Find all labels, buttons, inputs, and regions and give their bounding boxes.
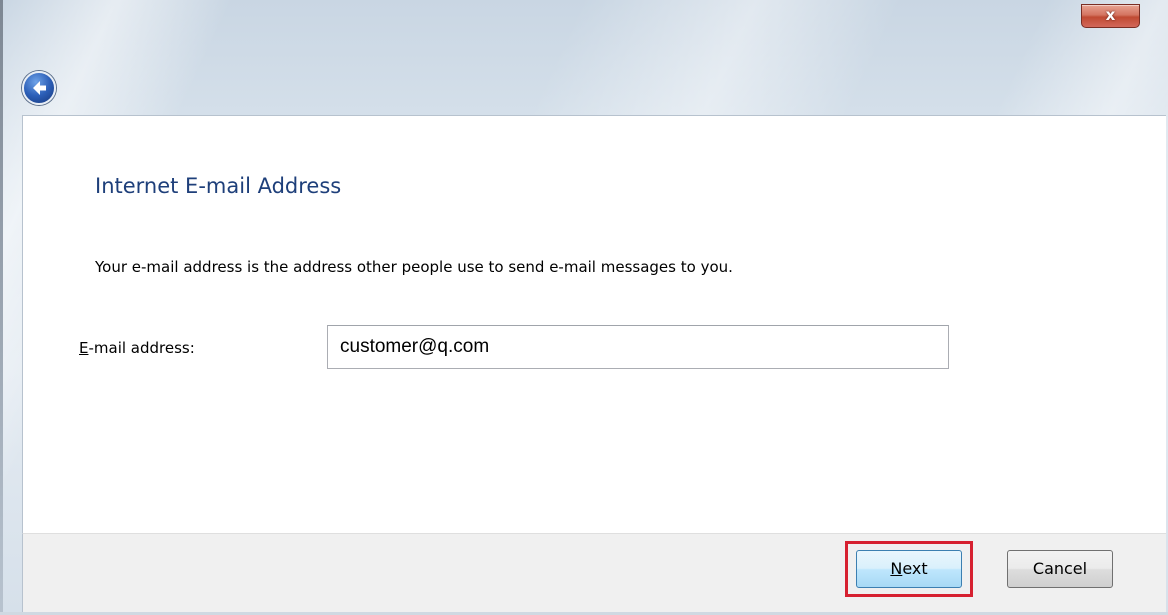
email-label-text: -mail address: [88,339,195,357]
close-icon: x [1105,6,1116,24]
page-title: Internet E-mail Address [95,174,342,198]
email-address-input[interactable] [327,325,949,369]
email-address-label: E-mail address: [79,339,195,357]
back-button[interactable] [22,71,56,105]
cancel-button[interactable]: Cancel [1007,550,1113,588]
window-left-edge [0,0,3,615]
close-button[interactable]: x [1081,4,1140,28]
page-description: Your e-mail address is the address other… [95,258,733,276]
next-button-highlight [845,541,973,597]
wizard-window: x Internet E-mail Address Your e-mail ad… [0,0,1168,615]
button-bar: Next Cancel [22,533,1166,615]
content-panel: Internet E-mail Address Your e-mail addr… [22,115,1166,533]
back-arrow-icon [33,81,46,95]
